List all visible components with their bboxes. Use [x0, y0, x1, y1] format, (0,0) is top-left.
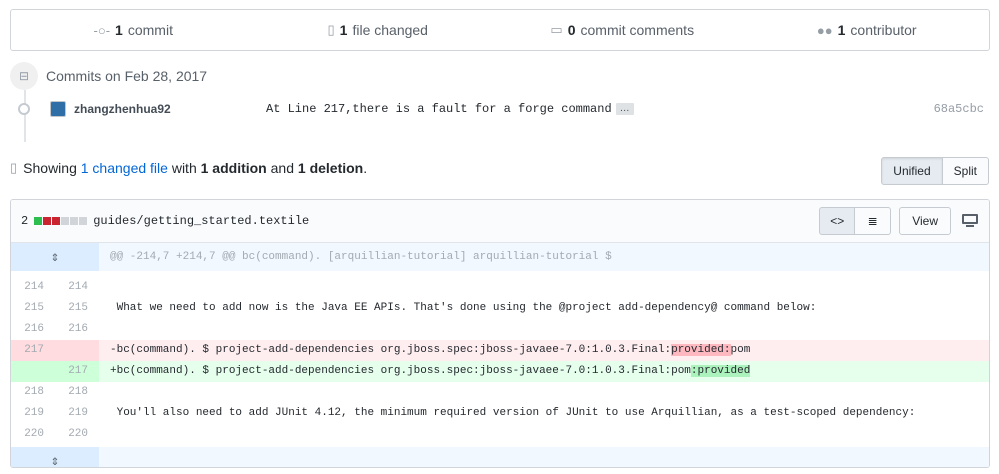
diff-line: 217 +bc(command). $ project-add-dependenc…	[11, 361, 989, 382]
diff-line: 219 219 You'll also need to add JUnit 4.1…	[11, 403, 989, 424]
split-button[interactable]: Split	[942, 157, 989, 185]
new-line-number[interactable]: 214	[55, 277, 99, 298]
file-text-icon[interactable]: ≣	[855, 207, 892, 235]
diffstat-block	[79, 217, 88, 225]
contributors-link[interactable]: ●● 1 contributor	[745, 22, 990, 38]
commit-sha[interactable]: 68a5cbc	[934, 102, 984, 116]
old-line-number[interactable]: 217	[11, 340, 55, 361]
commits-count-link[interactable]: -○- 1 commit	[11, 22, 256, 38]
new-line-number[interactable]	[55, 340, 99, 361]
people-icon: ●●	[816, 22, 833, 38]
diff-line: 216 216	[11, 319, 989, 340]
diff-table: ⇕ @@ -214,7 +214,7 @@ bc(command). [arqu…	[11, 243, 989, 467]
file-header: 2 guides/getting_started.textile <> ≣ Vi…	[11, 200, 989, 243]
avatar[interactable]	[50, 101, 66, 117]
files-changed-link[interactable]: ▯ 1 file changed	[256, 22, 501, 38]
old-line-number[interactable]: 215	[11, 298, 55, 319]
commit-group-header: ⊟ Commits on Feb 28, 2017	[10, 62, 207, 90]
old-line-number[interactable]: 216	[11, 319, 55, 340]
old-line-number[interactable]: 214	[11, 277, 55, 298]
unfold-icon[interactable]: ⇕	[11, 243, 99, 271]
file-diff-icon: ▯	[327, 22, 335, 37]
comment-icon: ▭	[550, 22, 563, 37]
code-line: You'll also need to add JUnit 4.12, the …	[110, 407, 916, 419]
old-line-number[interactable]	[11, 361, 55, 382]
hunk-footer: ⇕	[11, 447, 989, 467]
new-line-number[interactable]: 220	[55, 424, 99, 445]
diff-line: 218 218	[11, 382, 989, 403]
new-line-number[interactable]: 218	[55, 382, 99, 403]
toc-summary: ▯ Showing 1 changed file with 1 addition…	[10, 160, 368, 176]
commit-icon: -○-	[93, 22, 111, 38]
diffstat-block	[61, 217, 70, 225]
diff-line: 217 -bc(command). $ project-add-dependenc…	[11, 340, 989, 361]
old-line-number[interactable]: 220	[11, 424, 55, 445]
new-line-number[interactable]: 219	[55, 403, 99, 424]
file-diff: 2 guides/getting_started.textile <> ≣ Vi…	[10, 199, 990, 468]
unfold-icon[interactable]: ⇕	[11, 447, 99, 467]
diffstat-blocks	[34, 217, 88, 225]
new-line-number[interactable]: 215	[55, 298, 99, 319]
word-diff-highlight: provided:	[671, 344, 731, 356]
hunk-header-text: @@ -214,7 +214,7 @@ bc(command). [arquil…	[99, 243, 989, 271]
code-text: -bc(command). $ project-add-dependencies…	[110, 344, 672, 356]
old-line-number[interactable]: 218	[11, 382, 55, 403]
code-icon[interactable]: <>	[819, 207, 856, 235]
view-file-button[interactable]: View	[899, 207, 951, 235]
new-line-number[interactable]: 216	[55, 319, 99, 340]
diffstat-count: 2	[21, 214, 29, 228]
diffstat-block	[34, 217, 43, 225]
file-path[interactable]: guides/getting_started.textile	[93, 214, 309, 228]
new-line-number[interactable]: 217	[55, 361, 99, 382]
file-icon: ▯	[10, 160, 18, 175]
hunk-header: ⇕ @@ -214,7 +214,7 @@ bc(command). [arqu…	[11, 243, 989, 271]
file-actions: <> ≣ View	[819, 207, 979, 235]
diffstat-block	[52, 217, 61, 225]
unified-button[interactable]: Unified	[881, 157, 943, 185]
diff-line: 215 215 What we need to add now is the Ja…	[11, 298, 989, 319]
diffstat-block	[43, 217, 52, 225]
old-line-number[interactable]: 219	[11, 403, 55, 424]
code-text: pom	[730, 344, 751, 356]
code-line: +bc(command). $ project-add-dependencies…	[99, 361, 989, 382]
desktop-icon[interactable]	[961, 214, 979, 228]
changed-files-link[interactable]: 1 changed file	[81, 160, 168, 176]
commit-author[interactable]: zhangzhenhua92	[74, 102, 266, 116]
commit-message[interactable]: At Line 217,there is a fault for a forge…	[266, 102, 612, 116]
code-line: What we need to add now is the Java EE A…	[110, 302, 817, 314]
word-diff-highlight: :provided	[690, 365, 751, 377]
git-commit-icon: ⊟	[10, 62, 38, 90]
code-text: +bc(command). $ project-add-dependencies…	[110, 365, 691, 377]
diff-line: 214 214	[11, 277, 989, 298]
commit-comments-link[interactable]: ▭ 0 commit comments	[500, 22, 745, 38]
summary-bar: -○- 1 commit ▯ 1 file changed ▭ 0 commit…	[10, 9, 990, 51]
diff-view-toggle: Unified Split	[881, 157, 989, 185]
commit-group-date: Commits on Feb 28, 2017	[46, 68, 208, 84]
commit-row: zhangzhenhua92 At Line 217,there is a fa…	[18, 98, 984, 120]
diff-line: 220 220	[11, 424, 989, 445]
code-line: -bc(command). $ project-add-dependencies…	[99, 340, 989, 361]
commit-dot-icon	[18, 103, 30, 115]
diffstat-block	[70, 217, 79, 225]
expand-message-button[interactable]: …	[615, 103, 634, 115]
